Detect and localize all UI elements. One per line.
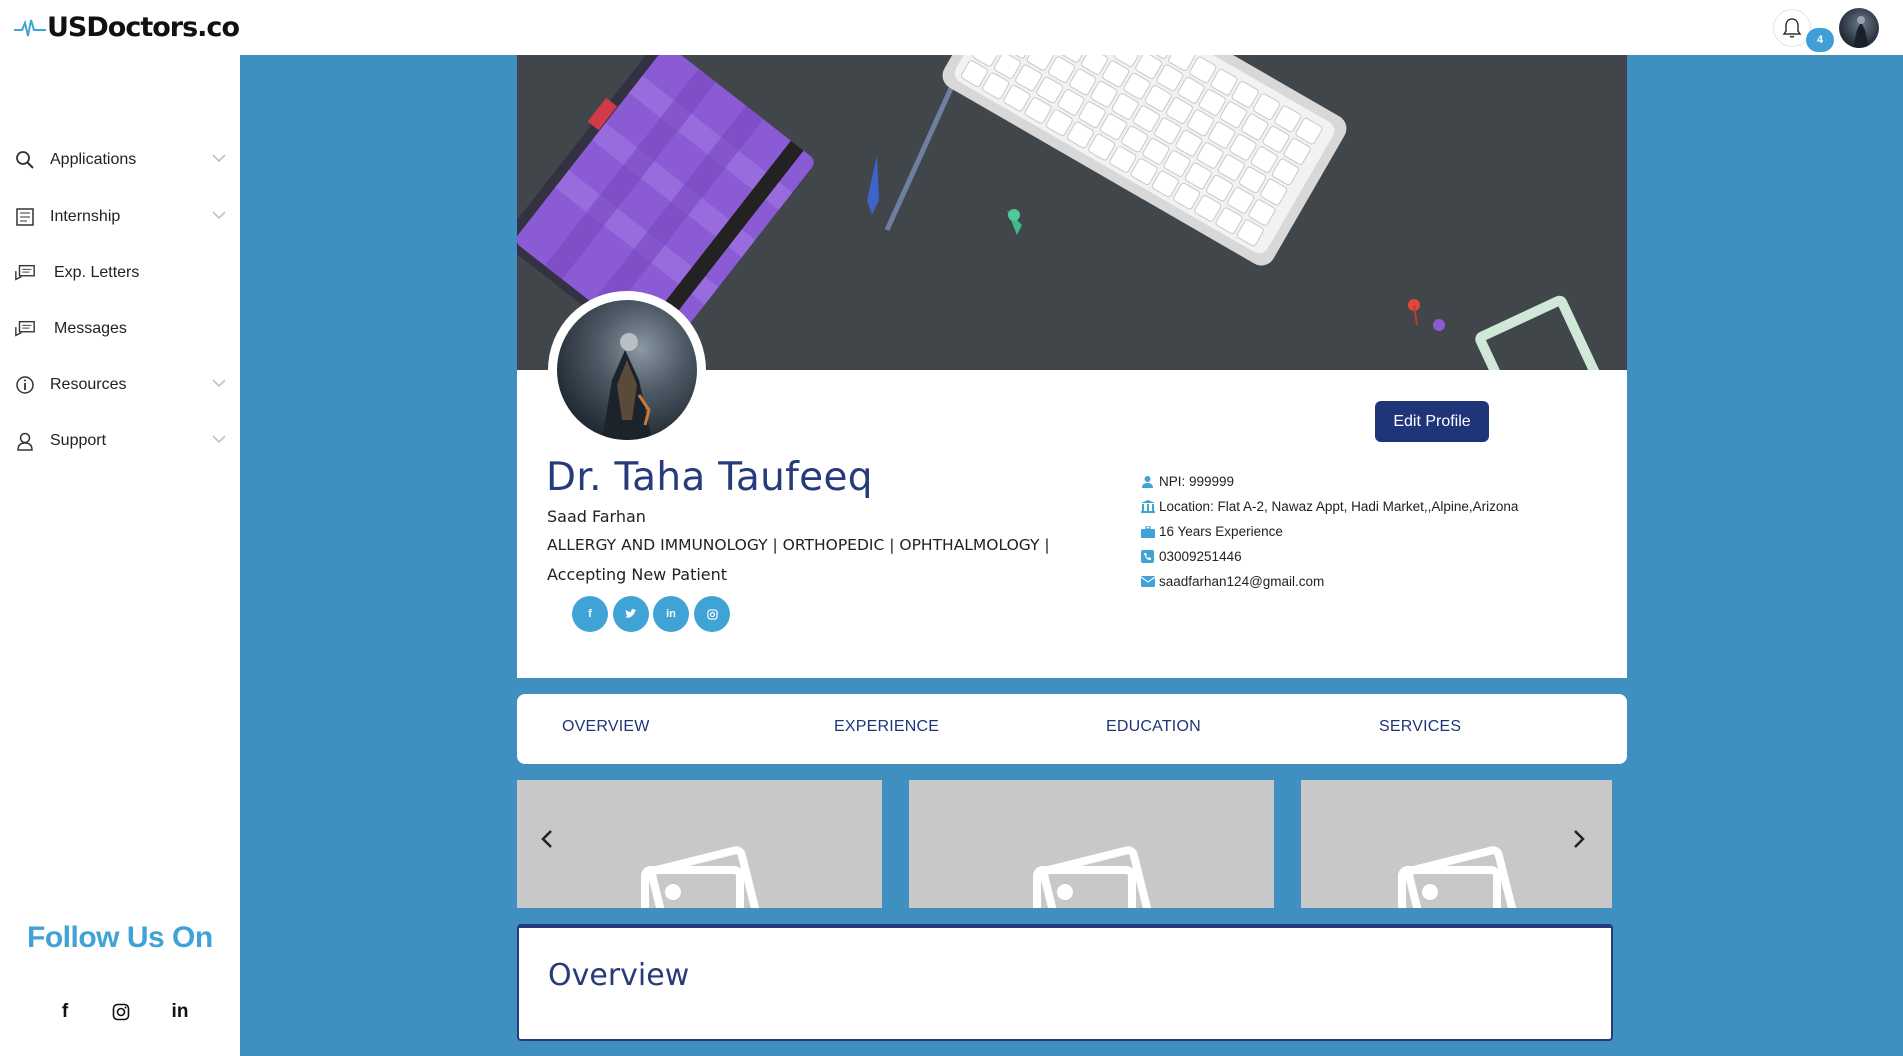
brand-logo[interactable]: USDoctors.co xyxy=(14,12,240,43)
chevron-right-icon xyxy=(1574,830,1585,848)
top-bar: USDoctors.co 4 xyxy=(0,0,1903,55)
user-avatar[interactable] xyxy=(1839,8,1879,48)
letters-icon xyxy=(14,262,36,284)
user-icon xyxy=(1141,475,1156,488)
location-row: Location: Flat A-2, Nawaz Appt, Hadi Mar… xyxy=(1141,499,1518,514)
sidebar-item-exp-letters[interactable]: Exp. Letters xyxy=(14,258,226,288)
instagram-icon[interactable] xyxy=(694,596,730,632)
phone-icon xyxy=(1141,550,1156,563)
chevron-down-icon[interactable] xyxy=(212,434,226,444)
sidebar-item-label: Messages xyxy=(54,320,127,337)
building-icon xyxy=(1141,500,1156,513)
messages-icon xyxy=(14,318,36,340)
profile-tabs: OVERVIEW EXPERIENCE EDUCATION SERVICES xyxy=(517,694,1627,764)
instagram-icon[interactable] xyxy=(109,1000,133,1024)
twitter-icon[interactable] xyxy=(613,596,649,632)
sidebar: Applications Internship Exp. Letters Mes… xyxy=(0,55,240,1056)
sidebar-item-resources[interactable]: Resources xyxy=(14,370,226,400)
profile-avatar[interactable] xyxy=(548,291,706,449)
experience-text: 16 Years Experience xyxy=(1159,524,1283,539)
npi-text: NPI: 999999 xyxy=(1159,474,1235,489)
sidebar-item-label: Internship xyxy=(50,208,121,225)
npi-row: NPI: 999999 xyxy=(1141,474,1234,489)
bell-icon xyxy=(1782,18,1802,38)
info-icon xyxy=(14,374,36,396)
sidebar-item-messages[interactable]: Messages xyxy=(14,314,226,344)
email-text: saadfarhan124@gmail.com xyxy=(1159,574,1325,589)
sidebar-item-internship[interactable]: Internship xyxy=(14,202,226,232)
linkedin-icon[interactable]: in xyxy=(168,1000,192,1024)
tab-education[interactable]: EDUCATION xyxy=(1106,718,1201,736)
linkedin-icon[interactable]: in xyxy=(653,596,689,632)
image-placeholder-icon xyxy=(1397,846,1517,908)
carousel-prev-button[interactable] xyxy=(540,828,554,857)
carousel-next-button[interactable] xyxy=(1572,828,1586,857)
document-icon xyxy=(14,206,36,228)
profile-card: Edit Profile Dr. Taha Taufeeq Saad Farha… xyxy=(517,55,1627,678)
image-placeholder-icon xyxy=(640,846,760,908)
search-icon xyxy=(14,149,36,171)
gallery-image[interactable] xyxy=(517,780,882,908)
doctor-name: Dr. Taha Taufeeq xyxy=(546,455,873,500)
phone-row: 03009251446 xyxy=(1141,549,1242,564)
sidebar-item-label: Exp. Letters xyxy=(54,264,140,281)
chevron-down-icon[interactable] xyxy=(212,210,226,220)
briefcase-icon xyxy=(1141,525,1156,538)
sidebar-item-applications[interactable]: Applications xyxy=(14,145,226,175)
facebook-icon[interactable]: f xyxy=(53,1000,77,1024)
image-placeholder-icon xyxy=(1032,846,1152,908)
sidebar-item-support[interactable]: Support xyxy=(14,426,226,456)
chevron-left-icon xyxy=(541,830,552,848)
support-icon xyxy=(14,430,36,452)
chevron-down-icon[interactable] xyxy=(212,378,226,388)
brand-name: USDoctors.co xyxy=(47,12,240,43)
sidebar-item-label: Applications xyxy=(50,151,137,168)
chevron-down-icon[interactable] xyxy=(212,153,226,163)
gallery-image[interactable] xyxy=(909,780,1274,908)
phone-text: 03009251446 xyxy=(1159,549,1242,564)
sidebar-item-label: Resources xyxy=(50,376,127,393)
patient-status: Accepting New Patient xyxy=(547,565,728,584)
username: Saad Farhan xyxy=(547,507,646,526)
tab-services[interactable]: SERVICES xyxy=(1379,718,1461,736)
envelope-icon xyxy=(1141,576,1156,587)
edit-profile-button[interactable]: Edit Profile xyxy=(1375,401,1489,442)
overview-title: Overview xyxy=(548,958,690,993)
follow-us-title: Follow Us On xyxy=(27,921,213,954)
email-row: saadfarhan124@gmail.com xyxy=(1141,574,1324,589)
notification-badge: 4 xyxy=(1806,28,1834,52)
location-text: Location: Flat A-2, Nawaz Appt, Hadi Mar… xyxy=(1159,499,1519,514)
experience-row: 16 Years Experience xyxy=(1141,524,1283,539)
facebook-icon[interactable]: f xyxy=(572,596,608,632)
tab-experience[interactable]: EXPERIENCE xyxy=(834,718,939,736)
tab-overview[interactable]: OVERVIEW xyxy=(562,718,650,736)
specialties: ALLERGY AND IMMUNOLOGY | ORTHOPEDIC | OP… xyxy=(547,536,1050,554)
overview-section: Overview xyxy=(517,924,1613,1041)
pulse-icon xyxy=(14,19,46,36)
profile-photo xyxy=(557,300,697,440)
sidebar-item-label: Support xyxy=(50,432,107,449)
gallery-image[interactable] xyxy=(1301,780,1612,908)
